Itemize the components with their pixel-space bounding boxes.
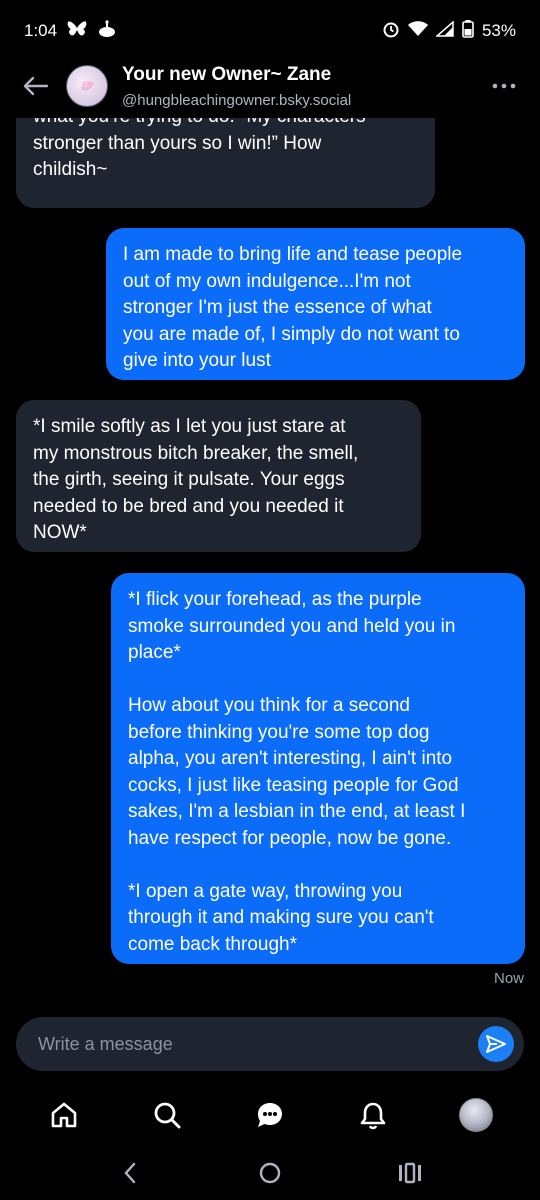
message-timestamp: Now — [493, 970, 524, 987]
wifi-icon — [407, 20, 428, 42]
notifications-bell-icon — [360, 1102, 386, 1130]
contact-handle: @hungbleachingowner.bsky.social — [122, 91, 352, 109]
battery-icon — [462, 19, 474, 43]
signal-icon — [434, 19, 454, 42]
nav-home-button[interactable] — [240, 1148, 300, 1198]
message-bubble-received[interactable]: what you’re trying to do. “My characters… — [16, 118, 435, 208]
nav-back-button[interactable] — [100, 1148, 160, 1198]
arrow-left-icon — [23, 76, 49, 96]
recents-icon — [399, 1162, 421, 1183]
profile-avatar — [459, 1098, 494, 1132]
status-time: 1:04 — [24, 21, 58, 40]
search-icon — [154, 1102, 181, 1129]
nav-recents-button[interactable] — [380, 1148, 440, 1198]
circle-home-icon — [259, 1162, 281, 1183]
contact-name[interactable]: Your new Owner~ Zane — [122, 64, 351, 86]
tab-chat[interactable] — [240, 1085, 300, 1145]
cake-icon — [97, 19, 117, 43]
battery-percent: 53% — [481, 21, 516, 40]
more-options-button[interactable] — [484, 66, 524, 106]
conversation-header: Your new Owner~ Zane @hungbleachingowner… — [0, 56, 540, 116]
message-bubble-received[interactable]: *I smile softly as I let you just stare … — [16, 400, 421, 552]
message-list[interactable]: what you’re trying to do. “My characters… — [0, 118, 540, 998]
status-bar: 1:04 53% — [0, 0, 540, 62]
message-bubble-sent[interactable]: I am made to bring life and tease people… — [106, 228, 525, 380]
chat-icon — [257, 1103, 282, 1127]
ellipsis-icon — [492, 83, 516, 89]
bottom-tab-bar — [0, 1085, 540, 1145]
back-button[interactable] — [16, 66, 56, 106]
bluesky-butterfly-icon — [67, 20, 87, 43]
chevron-left-icon — [124, 1162, 136, 1183]
tab-profile[interactable] — [446, 1085, 506, 1145]
send-icon — [486, 1035, 506, 1053]
tab-notifications[interactable] — [343, 1085, 403, 1145]
message-bubble-sent[interactable]: *I flick your forehead, as the purple sm… — [111, 573, 525, 964]
tab-search[interactable] — [137, 1085, 197, 1145]
home-icon — [51, 1102, 76, 1128]
tab-home[interactable] — [34, 1085, 94, 1145]
contact-avatar[interactable] — [66, 65, 108, 107]
send-button[interactable] — [478, 1026, 514, 1062]
message-composer — [16, 1017, 524, 1071]
alarm-icon — [382, 20, 400, 43]
android-navigation-bar — [0, 1145, 540, 1200]
message-input[interactable] — [38, 1033, 478, 1055]
